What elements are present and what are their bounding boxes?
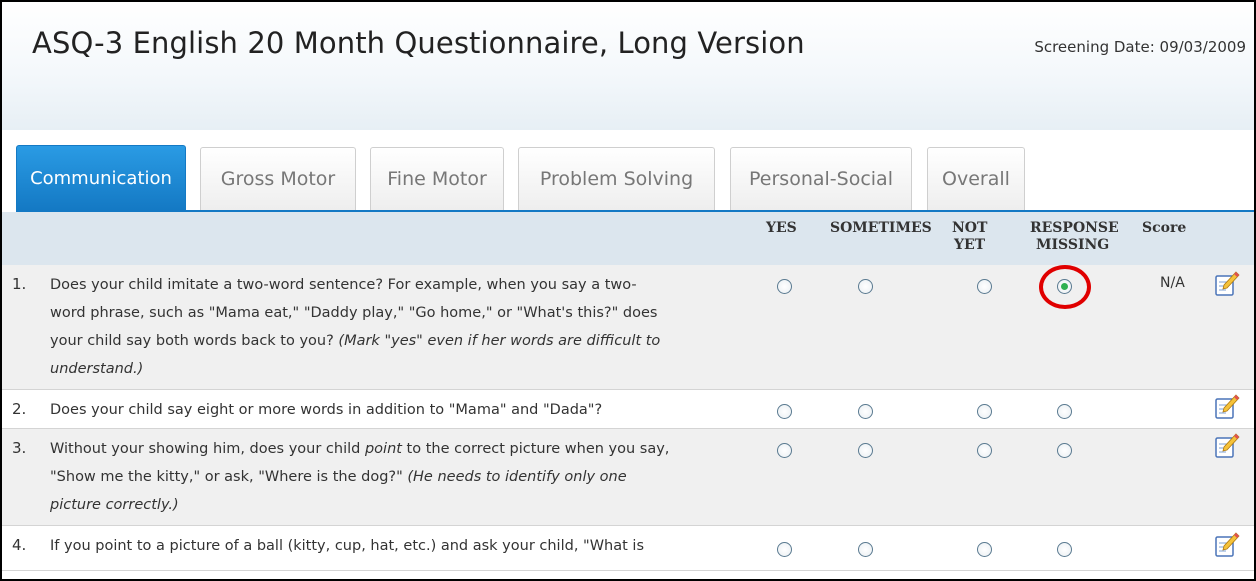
radio-sometimes[interactable] [858, 404, 873, 419]
column-header-row: YES SOMETIMES NOT YET RESPONSE MISSING S… [2, 212, 1254, 265]
radio-not-yet[interactable] [977, 443, 992, 458]
question-line: "Show me the kitty," or ask, "Where is t… [50, 463, 740, 491]
col-response: RESPONSE [1030, 220, 1119, 236]
question-text: Does your child say eight or more words … [50, 396, 740, 424]
question-line: understand.) [50, 355, 740, 383]
question-row-3: 3. Without your showing him, does your c… [2, 429, 1254, 526]
col-missing: MISSING [1036, 237, 1110, 253]
edit-pencil-icon[interactable] [1214, 433, 1240, 459]
radio-yes[interactable] [777, 404, 792, 419]
question-line: word phrase, such as "Mama eat," "Daddy … [50, 305, 658, 321]
radio-not-yet[interactable] [977, 404, 992, 419]
question-note: understand.) [50, 361, 144, 377]
question-line: If you point to a picture of a ball (kit… [50, 538, 644, 554]
col-score: Score [1142, 220, 1187, 236]
edit-pencil-icon[interactable] [1214, 271, 1240, 297]
radio-not-yet[interactable] [977, 542, 992, 557]
question-line-text: to the correct picture when you say, [401, 441, 670, 457]
edit-pencil-icon[interactable] [1214, 532, 1240, 558]
tab-fine-motor[interactable]: Fine Motor [370, 147, 504, 210]
col-yet: YET [954, 237, 986, 253]
tab-problem-solving[interactable]: Problem Solving [518, 147, 715, 210]
question-text: If you point to a picture of a ball (kit… [50, 532, 740, 560]
tab-overall[interactable]: Overall [927, 147, 1025, 210]
question-note: (Mark "yes" even if her words are diffic… [338, 333, 661, 349]
radio-response-missing[interactable] [1057, 443, 1072, 458]
question-note: picture correctly.) [50, 497, 179, 513]
question-number: 1. [12, 275, 27, 293]
questionnaire-window: ASQ-3 English 20 Month Questionnaire, Lo… [0, 0, 1256, 581]
question-line: picture correctly.) [50, 491, 740, 519]
radio-not-yet[interactable] [977, 279, 992, 294]
col-yes: YES [766, 220, 797, 236]
screening-date: Screening Date: 09/03/2009 [1034, 38, 1246, 56]
question-text: Does your child imitate a two-word sente… [50, 271, 740, 383]
question-line: Does your child imitate a two-word sente… [50, 277, 637, 293]
question-number: 2. [12, 400, 27, 418]
question-row-4: 4. If you point to a picture of a ball (… [2, 526, 1254, 571]
section-tabs: Communication Gross Motor Fine Motor Pro… [2, 130, 1254, 212]
question-line-text: Without your showing him, does your chil… [50, 441, 365, 457]
col-not: NOT [952, 220, 988, 236]
edit-pencil-icon[interactable] [1214, 394, 1240, 420]
radio-response-missing[interactable] [1057, 542, 1072, 557]
radio-sometimes[interactable] [858, 443, 873, 458]
radio-yes[interactable] [777, 279, 792, 294]
question-row-2: 2. Does your child say eight or more wor… [2, 390, 1254, 429]
question-line: Without your showing him, does your chil… [50, 435, 740, 463]
radio-sometimes[interactable] [858, 279, 873, 294]
question-row-1: 1. Does your child imitate a two-word se… [2, 265, 1254, 390]
highlight-circle [1039, 265, 1091, 309]
score-value: N/A [1160, 275, 1185, 291]
question-line-text: "Show me the kitty," or ask, "Where is t… [50, 469, 408, 485]
radio-response-missing[interactable] [1057, 404, 1072, 419]
tab-personal-social[interactable]: Personal-Social [730, 147, 912, 210]
radio-sometimes[interactable] [858, 542, 873, 557]
tab-gross-motor[interactable]: Gross Motor [200, 147, 356, 210]
question-note: (He needs to identify only one [407, 469, 627, 485]
question-text: Without your showing him, does your chil… [50, 435, 740, 519]
col-sometimes: SOMETIMES [830, 220, 932, 236]
question-number: 3. [12, 439, 27, 457]
radio-yes[interactable] [777, 443, 792, 458]
tab-communication[interactable]: Communication [16, 145, 186, 210]
question-line: Does your child say eight or more words … [50, 402, 603, 418]
page-title: ASQ-3 English 20 Month Questionnaire, Lo… [32, 26, 805, 60]
question-line: your child say both words back to you? (… [50, 327, 740, 355]
radio-yes[interactable] [777, 542, 792, 557]
question-number: 4. [12, 536, 27, 554]
page-header: ASQ-3 English 20 Month Questionnaire, Lo… [2, 2, 1254, 130]
question-emphasis: point [364, 441, 402, 457]
question-line-text: your child say both words back to you? [50, 333, 339, 349]
